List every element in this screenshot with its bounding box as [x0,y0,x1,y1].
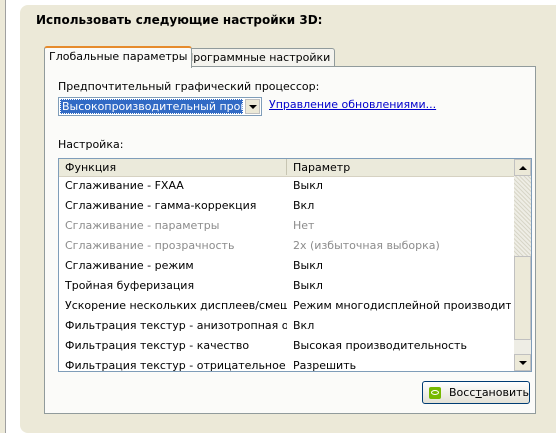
feature-cell: Сглаживание - прозрачность [65,239,235,252]
table-row[interactable]: Фильтрация текстур - анизотропная оп... В… [59,316,515,336]
arrow-down-icon [518,360,527,365]
chevron-down-icon [248,104,257,109]
settings-list[interactable]: Функция Параметр Сглаживание - FXAA Выкл С… [58,158,532,372]
nvidia-icon [429,386,442,399]
scroll-up-button[interactable] [514,159,531,176]
value-cell: Высокая производительность [293,339,467,352]
settings-label: Настройка: [58,138,124,151]
list-body: Сглаживание - FXAA Выкл Сглаживание - гамм… [59,176,515,372]
table-row[interactable]: Ускорение нескольких дисплеев/смеша... Ре… [59,296,515,316]
processor-label: Предпочтительный графический процессор: [58,80,320,93]
dropdown-button[interactable] [245,99,260,114]
feature-cell: Фильтрация текстур - анизотропная оп... [65,319,287,332]
manage-updates-link[interactable]: Управление обновлениями... [269,98,436,111]
tab-global-settings[interactable]: Глобальные параметры [44,46,193,68]
feature-cell: Сглаживание - FXAA [65,179,184,192]
value-cell: Вкл [293,319,315,332]
value-cell: Разрешить [293,359,357,372]
feature-cell: Фильтрация текстур - качество [65,339,250,352]
feature-cell: Сглаживание - параметры [65,219,220,232]
value-cell: Нет [293,219,315,232]
value-cell: Выкл [293,279,323,292]
value-cell: Вкл [293,199,315,212]
value-cell: Выкл [293,179,323,192]
table-row[interactable]: Сглаживание - прозрачность 2x (избыточная… [59,236,515,256]
list-header: Функция Параметр [59,159,515,177]
table-row[interactable]: Сглаживание - режим Выкл [59,256,515,276]
value-cell: 2x (избыточная выборка) [293,239,440,252]
feature-cell: Ускорение нескольких дисплеев/смеша... [65,299,287,312]
table-row[interactable]: Фильтрация текстур - качество Высокая про… [59,336,515,356]
window-left-border [0,0,6,433]
table-row[interactable]: Сглаживание - FXAA Выкл [59,176,515,196]
processor-select[interactable]: Высокопроизводительный процессо [58,97,262,116]
table-row[interactable]: Фильтрация текстур - отрицательное о... Р… [59,356,515,372]
scroll-track[interactable] [514,176,531,256]
processor-select-value: Высокопроизводительный процессо [60,99,243,114]
scroll-thumb[interactable] [514,256,531,340]
tab-program-settings[interactable]: Программные настройки [180,48,336,66]
column-header-feature[interactable]: Функция [59,159,287,175]
feature-cell: Сглаживание - гамма-коррекция [65,199,257,212]
table-row[interactable]: Тройная буферизация Выкл [59,276,515,296]
feature-cell: Фильтрация текстур - отрицательное о... [65,359,287,372]
table-row[interactable]: Сглаживание - параметры Нет [59,216,515,236]
vertical-scrollbar[interactable] [514,159,531,371]
scroll-down-button[interactable] [514,354,531,371]
table-row[interactable]: Сглаживание - гамма-коррекция Вкл [59,196,515,216]
restore-button-label: Восстановить [449,386,529,399]
feature-cell: Тройная буферизация [65,279,195,292]
feature-cell: Сглаживание - режим [65,259,194,272]
value-cell: Режим многодисплейной производител... [293,299,511,312]
restore-button[interactable]: Восстановить [422,381,530,404]
section-title: Использовать следующие настройки 3D: [36,13,323,27]
arrow-up-icon [518,165,527,170]
value-cell: Выкл [293,259,323,272]
column-header-value[interactable]: Параметр [287,159,515,175]
